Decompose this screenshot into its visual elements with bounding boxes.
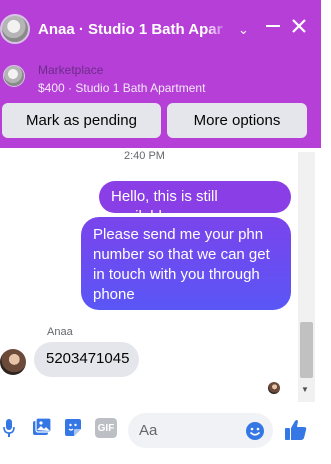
listing-price-title[interactable]: $400 · Studio 1 Bath Apartment [38, 81, 205, 95]
message-bubble-incoming[interactable]: 5203471045 [34, 342, 139, 377]
chat-header: Anaa · Studio 1 Bath Apart ⌄ [0, 0, 321, 60]
sender-name: Anaa [47, 326, 73, 338]
more-options-button[interactable]: More options [167, 103, 307, 138]
mark-as-pending-button[interactable]: Mark as pending [2, 103, 161, 138]
like-icon[interactable] [284, 418, 308, 442]
message-bubble-outgoing[interactable]: Please send me your phn number so that w… [81, 217, 291, 310]
scroll-down-arrow-icon[interactable]: ▼ [301, 385, 309, 394]
sender-avatar[interactable] [0, 349, 26, 375]
close-icon[interactable] [291, 18, 307, 42]
contact-avatar[interactable] [0, 14, 30, 44]
gif-icon[interactable]: GIF [95, 418, 117, 438]
emoji-icon[interactable] [245, 421, 265, 441]
message-timestamp: 2:40 PM [124, 150, 165, 162]
image-icon[interactable] [32, 418, 52, 438]
message-bubble-outgoing[interactable]: Hello, this is still available [99, 181, 291, 225]
chat-title[interactable]: Anaa · Studio 1 Bath Apart [38, 21, 223, 38]
title-fade [206, 18, 230, 42]
minimize-icon[interactable] [265, 18, 281, 42]
scrollbar-thumb[interactable] [300, 322, 313, 378]
listing-panel: Marketplace $400 · Studio 1 Bath Apartme… [0, 60, 321, 148]
microphone-icon[interactable] [2, 418, 16, 438]
listing-thumbnail[interactable] [3, 65, 25, 87]
sticker-icon[interactable] [63, 418, 83, 438]
listing-source: Marketplace [38, 63, 104, 77]
chevron-down-icon[interactable]: ⌄ [238, 18, 249, 42]
seen-indicator-avatar [268, 382, 280, 394]
